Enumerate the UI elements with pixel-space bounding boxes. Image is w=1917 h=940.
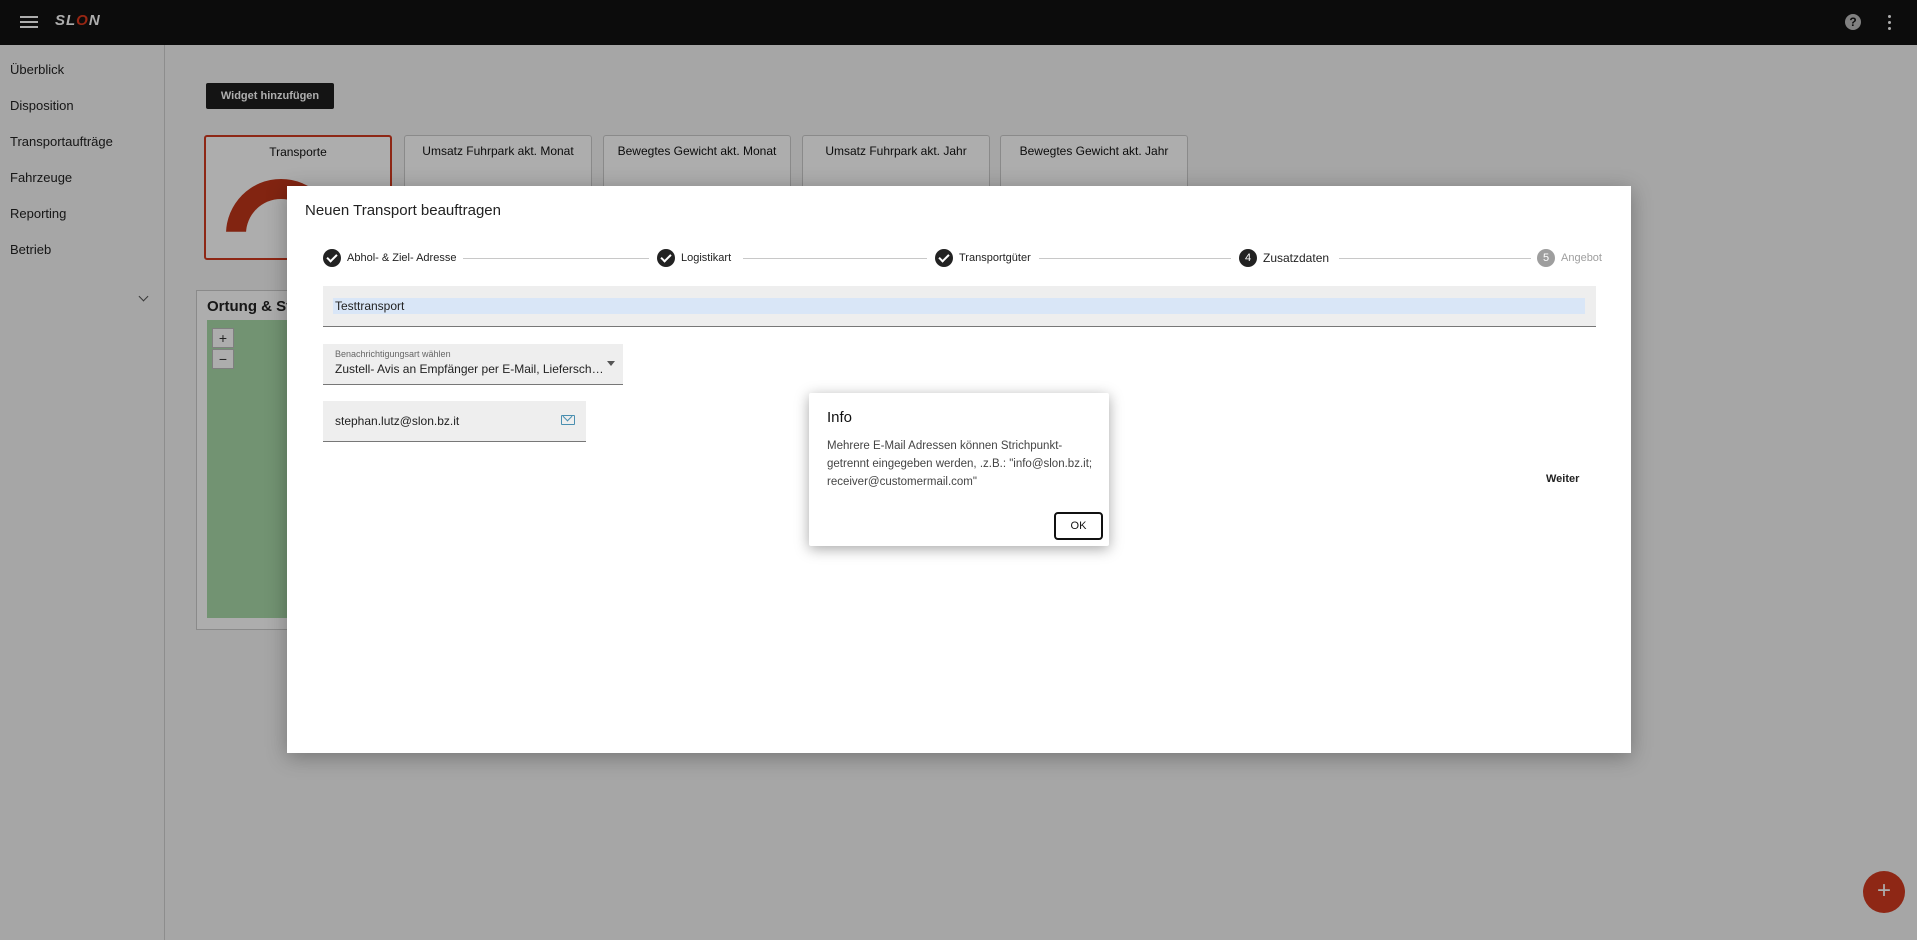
step-number: 4 (1239, 249, 1257, 267)
step-logistics-type[interactable]: Logistikart (657, 249, 731, 267)
step-goods[interactable]: Transportgüter (935, 249, 1031, 267)
step-offer[interactable]: 5 Angebot (1537, 249, 1602, 267)
step-additional-data[interactable]: 4 Zusatzdaten (1239, 249, 1329, 267)
step-number: 5 (1537, 249, 1555, 267)
step-connector (743, 258, 927, 259)
email-input[interactable] (335, 413, 555, 429)
transport-title-input[interactable] (335, 298, 1575, 314)
step-connector (463, 258, 649, 259)
select-label: Benachrichtigungsart wählen (335, 349, 451, 359)
ok-button[interactable]: OK (1054, 512, 1103, 540)
step-label: Logistikart (681, 252, 732, 264)
notification-type-select[interactable]: Benachrichtigungsart wählen Zustell- Avi… (323, 344, 623, 385)
mail-icon (561, 415, 575, 425)
step-label: Transportgüter (959, 252, 1031, 264)
check-icon (657, 249, 675, 267)
step-connector (1039, 258, 1231, 259)
info-dialog-message: Mehrere E-Mail Adressen können Strichpun… (827, 440, 1093, 488)
select-value: Zustell- Avis an Empfänger per E-Mail, L… (335, 362, 605, 376)
dropdown-arrow-icon (607, 361, 615, 366)
info-dialog: Info Mehrere E-Mail Adressen können Stri… (809, 393, 1109, 546)
step-label: Angebot (1561, 252, 1602, 264)
step-label: Zusatzdaten (1263, 251, 1330, 265)
next-button[interactable]: Weiter (1540, 469, 1585, 489)
email-field[interactable] (323, 401, 586, 442)
info-dialog-title: Info (827, 409, 853, 426)
check-icon (323, 249, 341, 267)
transport-title-field[interactable] (323, 286, 1596, 327)
stepper: Abhol- & Ziel- Adresse Logistikart Trans… (323, 249, 1602, 269)
step-addresses[interactable]: Abhol- & Ziel- Adresse (323, 249, 456, 267)
step-label: Abhol- & Ziel- Adresse (347, 252, 457, 264)
step-connector (1339, 258, 1531, 259)
check-icon (935, 249, 953, 267)
dialog-title: Neuen Transport beauftragen (305, 202, 501, 219)
